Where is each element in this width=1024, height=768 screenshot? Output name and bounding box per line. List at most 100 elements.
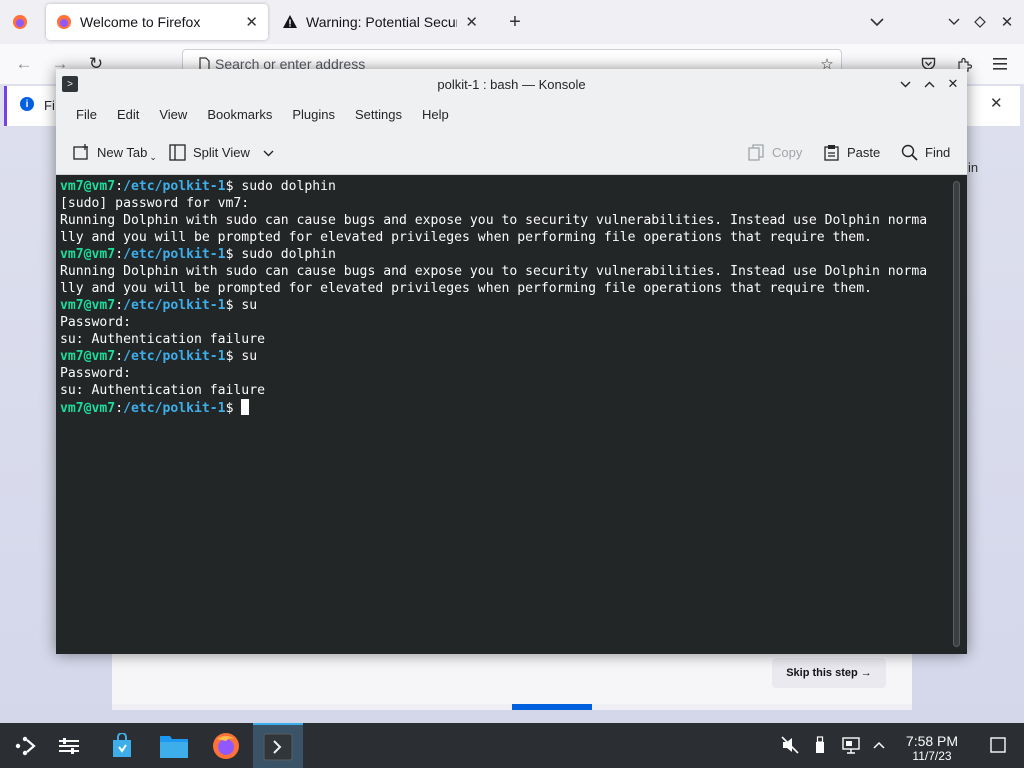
copy-icon	[747, 143, 765, 161]
info-icon: i	[20, 97, 34, 111]
prompt-user: vm7@vm7	[60, 401, 116, 416]
page-fragment-text: in	[968, 160, 979, 175]
prompt-path: /etc/polkit-1	[123, 349, 226, 364]
volume-muted-icon[interactable]	[781, 736, 799, 754]
new-tab-button[interactable]: New Tab ⌄	[72, 143, 157, 162]
hamburger-menu-icon[interactable]	[988, 52, 1012, 76]
prompt-separator: :	[115, 179, 124, 194]
clock-time[interactable]: 7:58 PM	[900, 733, 964, 749]
prompt-separator: :	[115, 401, 124, 416]
show-desktop-icon[interactable]	[989, 736, 1007, 754]
menu-plugins[interactable]: Plugins	[282, 107, 345, 122]
prompt-user: vm7@vm7	[60, 247, 116, 262]
terminal-output-line: Password:	[60, 366, 131, 381]
terminal-command: sudo dolphin	[241, 179, 336, 194]
find-label: Find	[925, 144, 951, 160]
clock-date[interactable]: 11/7/23	[900, 749, 964, 763]
firefox-logo-icon	[57, 15, 71, 29]
skip-this-step-button[interactable]: Skip this step →	[772, 658, 886, 688]
close-icon[interactable]: ✕	[945, 76, 961, 92]
prompt-path: /etc/polkit-1	[123, 298, 226, 313]
tab-welcome-to-firefox[interactable]: Welcome to Firefox ✕	[46, 4, 268, 40]
paste-icon	[822, 143, 840, 161]
new-tab-icon[interactable]: +	[503, 10, 527, 34]
konsole-taskbar-icon[interactable]	[253, 723, 303, 768]
new-tab-icon	[72, 143, 90, 161]
tab-security-warning[interactable]: Warning: Potential Security ✕	[272, 4, 488, 40]
terminal-output-line: su: Authentication failure	[60, 332, 265, 347]
close-tab-icon[interactable]: ✕	[245, 13, 258, 31]
prompt-symbol: $	[225, 247, 242, 262]
prompt-path: /etc/polkit-1	[123, 179, 226, 194]
prompt-symbol: $	[225, 179, 242, 194]
close-notification-icon[interactable]: ✕	[990, 94, 1003, 112]
system-settings-icon[interactable]	[44, 723, 94, 768]
prompt-separator: :	[115, 349, 124, 364]
network-wired-icon[interactable]	[842, 736, 860, 754]
prompt-path: /etc/polkit-1	[123, 401, 226, 416]
terminal-command: su	[241, 349, 258, 364]
firefox-taskbar-icon[interactable]	[201, 723, 251, 768]
terminal-prompt-line: vm7@vm7:/etc/polkit-1$ sudo dolphin	[60, 178, 967, 195]
terminal-output-line: Running Dolphin with sudo can cause bugs…	[60, 213, 928, 228]
paste-label: Paste	[847, 144, 881, 160]
terminal-cursor	[241, 399, 250, 415]
prompt-symbol: $	[225, 349, 242, 364]
prompt-symbol: $	[225, 401, 242, 416]
prompt-user: vm7@vm7	[60, 298, 116, 313]
copy-button[interactable]: Copy	[747, 143, 802, 161]
split-view-icon	[168, 143, 186, 161]
onboarding-progress-fill	[512, 704, 592, 710]
menu-bookmarks[interactable]: Bookmarks	[197, 107, 282, 122]
terminal-scrollbar[interactable]	[953, 181, 960, 647]
menu-view[interactable]: View	[149, 107, 197, 122]
maximize-icon[interactable]	[921, 76, 937, 92]
removable-device-icon[interactable]	[811, 736, 829, 754]
application-launcher-icon[interactable]	[0, 723, 50, 768]
minimize-icon[interactable]	[897, 76, 913, 92]
split-view-label: Split View	[193, 144, 250, 160]
back-icon[interactable]: ←	[12, 52, 36, 76]
terminal-output-line: su: Authentication failure	[60, 383, 265, 398]
split-view-button[interactable]: Split View	[168, 143, 274, 161]
discover-store-icon[interactable]	[97, 723, 147, 768]
prompt-separator: :	[115, 298, 124, 313]
terminal-view[interactable]: vm7@vm7:/etc/polkit-1$ sudo dolphin [sudo…	[56, 175, 967, 654]
menu-help[interactable]: Help	[412, 107, 459, 122]
konsole-app-icon[interactable]: >	[62, 76, 78, 92]
terminal-output-line: Running Dolphin with sudo can cause bugs…	[60, 264, 928, 279]
window-title: polkit-1 : bash — Konsole	[437, 76, 586, 92]
menu-edit[interactable]: Edit	[107, 107, 149, 122]
paste-button[interactable]: Paste	[822, 143, 880, 161]
terminal-output-line: lly and you will be prompted for elevate…	[60, 281, 872, 296]
menu-settings[interactable]: Settings	[345, 107, 412, 122]
terminal-output-line: Password:	[60, 315, 131, 330]
minimize-icon[interactable]	[942, 10, 966, 34]
show-hidden-icons-icon[interactable]	[870, 736, 888, 754]
close-tab-icon[interactable]: ✕	[465, 13, 478, 31]
terminal-prompt-line: vm7@vm7:/etc/polkit-1$	[60, 399, 967, 416]
maximize-icon[interactable]	[968, 10, 992, 34]
find-button[interactable]: Find	[900, 143, 950, 161]
chevron-down-icon: ⌄	[149, 151, 157, 162]
warning-icon	[283, 15, 297, 28]
close-window-icon[interactable]: ✕	[995, 10, 1019, 34]
terminal-output-line: [sudo] password for vm7:	[60, 196, 250, 211]
list-all-tabs-icon[interactable]	[865, 10, 889, 34]
search-icon	[900, 143, 918, 161]
menu-bar: File Edit View Bookmarks Plugins Setting…	[56, 99, 967, 129]
chevron-down-icon[interactable]	[263, 145, 274, 160]
terminal-command: sudo dolphin	[241, 247, 336, 262]
terminal-prompt-line: vm7@vm7:/etc/polkit-1$ sudo dolphin	[60, 246, 967, 263]
prompt-user: vm7@vm7	[60, 349, 116, 364]
terminal-output-line: lly and you will be prompted for elevate…	[60, 230, 872, 245]
terminal-prompt-line: vm7@vm7:/etc/polkit-1$ su	[60, 297, 967, 314]
tab-label: Welcome to Firefox	[80, 14, 201, 30]
prompt-user: vm7@vm7	[60, 179, 116, 194]
prompt-symbol: $	[225, 298, 242, 313]
prompt-path: /etc/polkit-1	[123, 247, 226, 262]
firefox-view-icon[interactable]	[8, 10, 32, 34]
menu-file[interactable]: File	[66, 107, 107, 122]
dolphin-file-manager-icon[interactable]	[149, 723, 199, 768]
konsole-titlebar[interactable]: > polkit-1 : bash — Konsole ✕	[56, 69, 967, 99]
